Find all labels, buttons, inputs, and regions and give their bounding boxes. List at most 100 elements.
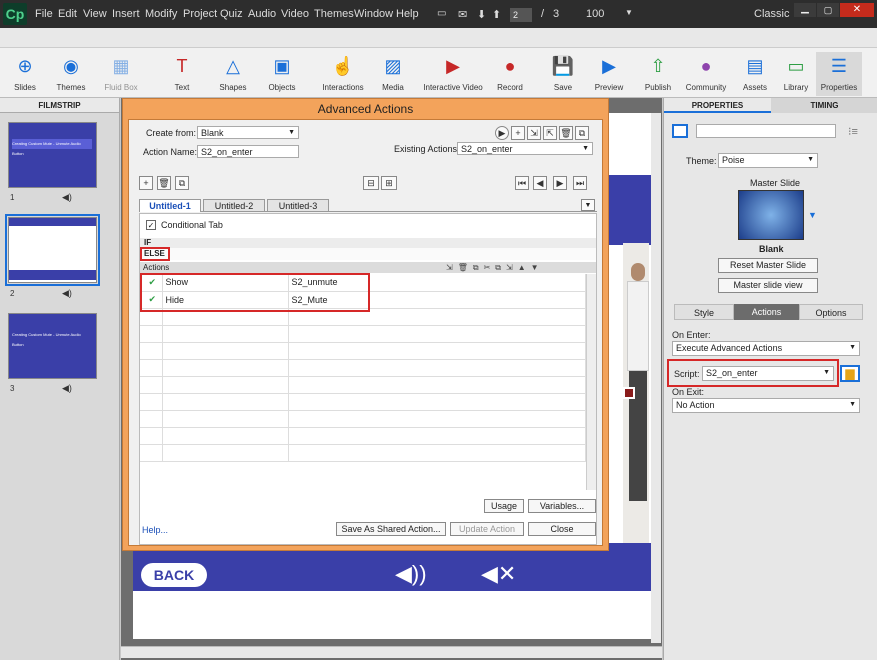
toolbar-slides[interactable]: ⊕ Slides bbox=[0, 52, 50, 96]
slide-thumbnail-2[interactable] bbox=[5, 214, 100, 286]
toolbar-publish[interactable]: ⇧ Publish bbox=[633, 52, 683, 96]
maximize-button[interactable]: ▢ bbox=[817, 3, 839, 17]
toolbar-shapes[interactable]: △ Shapes bbox=[208, 52, 258, 96]
close-button[interactable]: Close bbox=[528, 522, 596, 536]
menu-edit[interactable]: Edit bbox=[58, 8, 77, 20]
subtab-options[interactable]: Options bbox=[799, 304, 863, 320]
variables-button[interactable]: Variables... bbox=[528, 499, 596, 513]
menu-modify[interactable]: Modify bbox=[145, 8, 177, 20]
menu-audio[interactable]: Audio bbox=[248, 8, 276, 20]
theme-select[interactable]: Poise ▼ bbox=[718, 153, 818, 168]
toolbar-interactions[interactable]: ☝ Interactions bbox=[318, 52, 368, 96]
master-slide-thumbnail[interactable] bbox=[738, 190, 804, 240]
tab-timing[interactable]: TIMING bbox=[771, 98, 877, 113]
action-row-tools-icon[interactable]: ⇲🗑⧉✂⧉⇲▲▼ bbox=[446, 262, 544, 273]
slide-number-input[interactable]: 2 bbox=[510, 8, 532, 22]
delete-icon[interactable]: 🗑 bbox=[559, 126, 573, 140]
slide-thumbnail-1[interactable]: Creating Custom Mute - Unmute Audio Butt… bbox=[8, 122, 97, 188]
save-as-shared-action-button[interactable]: Save As Shared Action... bbox=[336, 522, 446, 536]
subtab-style[interactable]: Style bbox=[674, 304, 734, 320]
slide-color-swatch[interactable] bbox=[672, 124, 688, 138]
duplicate-icon[interactable]: ⧉ bbox=[575, 126, 589, 140]
tab-properties[interactable]: PROPERTIES bbox=[664, 98, 771, 113]
table-scrollbar[interactable] bbox=[586, 274, 596, 490]
microphone-icon: ● bbox=[504, 56, 516, 76]
export-icon[interactable]: ⇱ bbox=[543, 126, 557, 140]
trash-icon[interactable]: 🗑 bbox=[157, 176, 171, 190]
menu-help[interactable]: Help bbox=[396, 8, 419, 20]
slide-thumbnail-3[interactable]: Creating Custom Mute - Unmute Audio Butt… bbox=[8, 313, 97, 379]
tab-untitled-2[interactable]: Untitled-2 bbox=[203, 199, 265, 212]
minimize-button[interactable]: ▁ bbox=[794, 3, 816, 17]
prev-icon[interactable]: ◀ bbox=[533, 176, 547, 190]
presenter-figure[interactable] bbox=[623, 263, 653, 523]
speaker-icon[interactable]: ◀)) bbox=[395, 561, 427, 587]
toolbar-properties[interactable]: ☰ Properties bbox=[816, 52, 862, 96]
tab-untitled-3[interactable]: Untitled-3 bbox=[267, 199, 329, 212]
zoom-value[interactable]: 100 bbox=[586, 8, 604, 20]
arrow-up-icon[interactable]: ⬆ bbox=[492, 8, 501, 21]
master-slide-view-button[interactable]: Master slide view bbox=[718, 278, 818, 293]
if-section[interactable]: IF bbox=[140, 238, 596, 248]
stage-vertical-scrollbar[interactable] bbox=[651, 113, 661, 643]
collapse-icon[interactable]: ⊟ bbox=[363, 176, 379, 190]
shapes-icon: △ bbox=[226, 56, 240, 76]
menu-file[interactable]: File bbox=[35, 8, 53, 20]
folder-icon[interactable]: ▆ bbox=[840, 365, 860, 382]
object-marker[interactable] bbox=[623, 387, 635, 399]
copy-icon[interactable]: ⧉ bbox=[175, 176, 189, 190]
conditional-checkbox[interactable]: ✓ bbox=[146, 220, 156, 230]
play-icon[interactable]: ▶ bbox=[495, 126, 509, 140]
usage-button[interactable]: Usage bbox=[484, 499, 524, 513]
arrow-down-icon[interactable]: ⬇ bbox=[477, 8, 486, 21]
slide-name-input[interactable] bbox=[696, 124, 836, 138]
toolbar-preview[interactable]: ▶ Preview bbox=[584, 52, 634, 96]
toolbar-objects[interactable]: ▣ Objects bbox=[257, 52, 307, 96]
mail-icon[interactable]: ✉ bbox=[458, 8, 467, 21]
menu-video[interactable]: Video bbox=[281, 8, 309, 20]
expand-icon[interactable]: ⊞ bbox=[381, 176, 397, 190]
toolbar-themes[interactable]: ◉ Themes bbox=[46, 52, 96, 96]
zoom-dropdown-icon[interactable]: ▼ bbox=[625, 8, 633, 17]
last-icon[interactable]: ⏭ bbox=[573, 176, 587, 190]
menu-window[interactable]: Window bbox=[354, 8, 393, 20]
action-name-input[interactable]: S2_on_enter bbox=[197, 145, 299, 158]
list-options-icon[interactable]: ⁝≡ bbox=[848, 125, 858, 138]
master-dropdown-icon[interactable]: ▼ bbox=[808, 210, 817, 220]
toolbar-media[interactable]: ▨ Media bbox=[368, 52, 418, 96]
stage-horizontal-scrollbar[interactable] bbox=[121, 646, 662, 658]
first-icon[interactable]: ⏮ bbox=[515, 176, 529, 190]
else-section[interactable]: ELSE bbox=[140, 248, 596, 260]
mute-icon[interactable]: ◀✕ bbox=[481, 561, 516, 587]
menu-insert[interactable]: Insert bbox=[112, 8, 140, 20]
workspace-switcher[interactable]: Classic bbox=[754, 8, 789, 20]
existing-actions-select[interactable]: S2_on_enter ▼ bbox=[457, 142, 593, 155]
next-icon[interactable]: ▶ bbox=[553, 176, 567, 190]
on-enter-select[interactable]: Execute Advanced Actions ▼ bbox=[672, 341, 860, 356]
back-button[interactable]: BACK bbox=[141, 563, 207, 587]
import-icon[interactable]: ⇲ bbox=[527, 126, 541, 140]
menu-project[interactable]: Project bbox=[183, 8, 217, 20]
update-action-button[interactable]: Update Action bbox=[450, 522, 524, 536]
tab-untitled-1[interactable]: Untitled-1 bbox=[139, 199, 201, 212]
toolbar-library[interactable]: ▭ Library bbox=[771, 52, 821, 96]
toolbar-record[interactable]: ● Record bbox=[485, 52, 535, 96]
menu-quiz[interactable]: Quiz bbox=[220, 8, 243, 20]
toolbar-text[interactable]: T Text bbox=[157, 52, 207, 96]
menu-themes[interactable]: Themes bbox=[314, 8, 354, 20]
tab-menu-icon[interactable]: ▼ bbox=[581, 199, 595, 211]
toolbar-interactive-video[interactable]: ▶ Interactive Video bbox=[422, 52, 484, 96]
play-circle-icon: ▶ bbox=[602, 56, 616, 76]
create-from-select[interactable]: Blank ▼ bbox=[197, 126, 299, 139]
add-action-icon[interactable]: + bbox=[511, 126, 525, 140]
close-window-button[interactable]: ✕ bbox=[840, 3, 874, 17]
toolbar-save[interactable]: 💾 Save bbox=[538, 52, 588, 96]
menu-view[interactable]: View bbox=[83, 8, 107, 20]
subtab-actions[interactable]: Actions bbox=[734, 304, 799, 320]
comment-icon[interactable]: ▭ bbox=[437, 8, 446, 19]
toolbar-community[interactable]: ● Community bbox=[681, 52, 731, 96]
help-link[interactable]: Help... bbox=[142, 525, 168, 535]
reset-master-slide-button[interactable]: Reset Master Slide bbox=[718, 258, 818, 273]
on-exit-select[interactable]: No Action ▼ bbox=[672, 398, 860, 413]
add-icon[interactable]: + bbox=[139, 176, 153, 190]
